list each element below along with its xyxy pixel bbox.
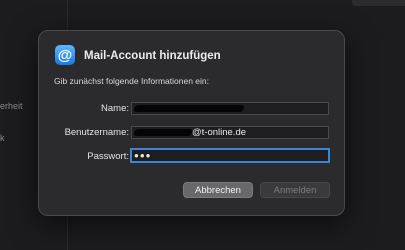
cancel-button[interactable]: Abbrechen [183,182,253,198]
redacted-username [133,128,193,136]
mail-at-icon: @ [55,45,75,65]
account-button[interactable] [352,0,405,6]
add-mail-account-dialog: @ Mail-Account hinzufügen Gib zunächst f… [38,30,345,216]
dialog-subtitle: Gib zunächst folgende Informationen ein: [54,76,209,86]
username-label: Benutzername: [64,127,129,138]
sidebar-item-fragment: erheit [0,101,23,111]
password-field[interactable]: ●●● [130,148,330,163]
dialog-title: Mail-Account hinzufügen [84,50,221,62]
redacted-name [133,104,245,112]
sidebar-item-fragment: k [0,133,5,143]
password-dots: ●●● [134,151,152,160]
username-domain: @t-online.de [192,127,247,138]
name-field[interactable] [131,102,329,115]
password-label: Passwort: [87,151,129,162]
username-field[interactable]: @t-online.de [131,126,329,139]
name-label: Name: [101,103,129,114]
sign-in-button[interactable]: Anmelden [260,182,330,198]
